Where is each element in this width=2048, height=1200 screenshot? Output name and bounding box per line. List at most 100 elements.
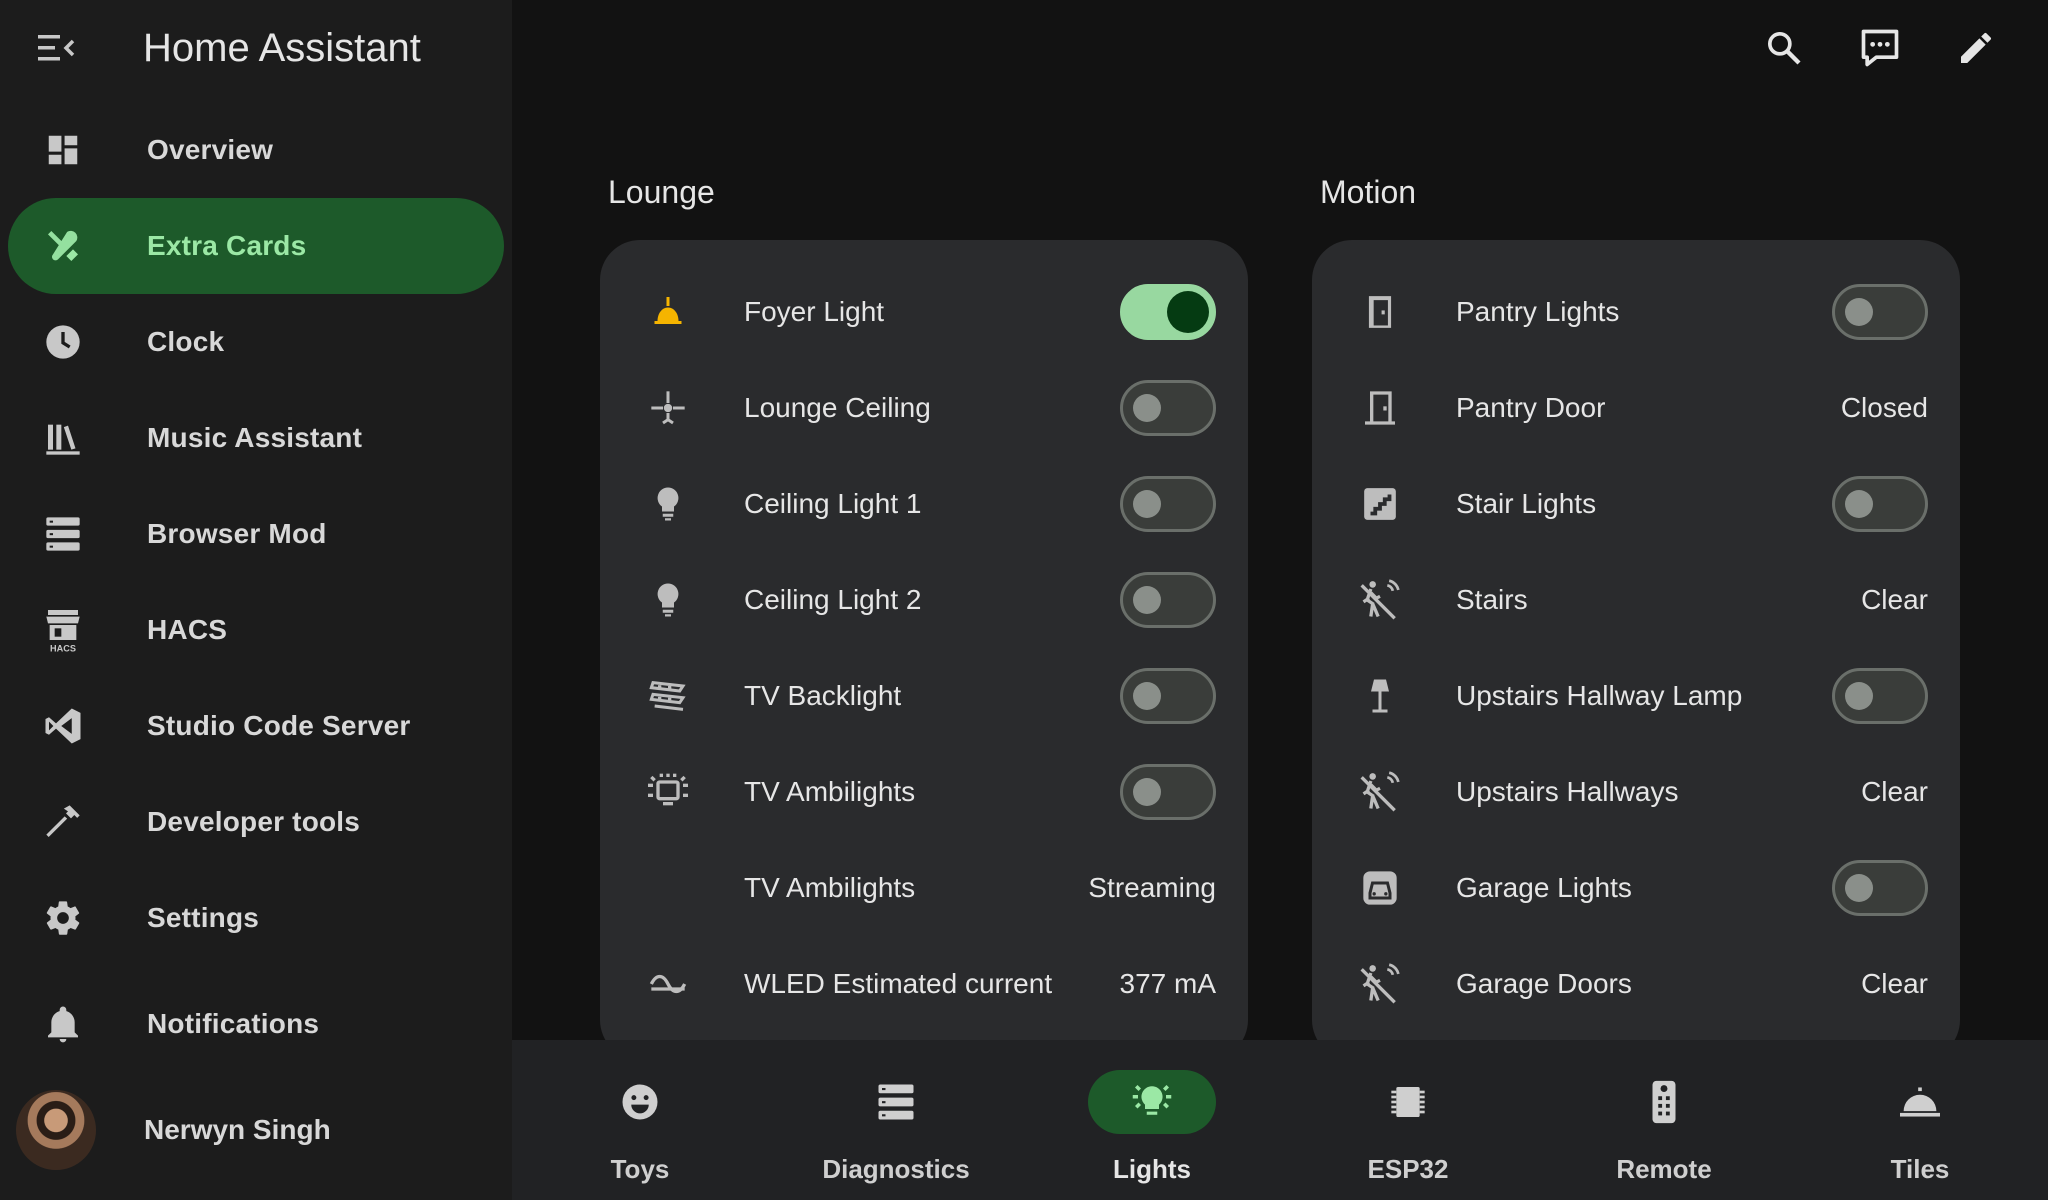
entity-row-wled-estimated-current[interactable]: WLED Estimated current 377 mA	[600, 936, 1248, 1032]
sidebar-item-hacs[interactable]: HACS HACS	[8, 582, 504, 678]
entity-row-pantry-lights[interactable]: Pantry Lights	[1312, 264, 1960, 360]
entity-name: Stairs	[1456, 584, 1528, 615]
entity-name: Pantry Lights	[1456, 296, 1620, 327]
tab-label: ESP32	[1367, 1154, 1449, 1184]
entity-row-tv-ambilights-state[interactable]: TV Ambilights Streaming	[600, 840, 1248, 936]
toggle-switch[interactable]	[1120, 284, 1216, 340]
entity-name: Upstairs Hallway Lamp	[1456, 680, 1743, 711]
comment-processing-icon	[1861, 29, 1899, 67]
stairs-icon	[1364, 488, 1396, 520]
tab-tiles[interactable]: Tiles	[1792, 1070, 2048, 1184]
entity-name: Ceiling Light 2	[744, 584, 922, 615]
lounge-card: Foyer Light Lounge Ceiling Ceiling Light…	[600, 240, 1248, 1060]
sidebar-item-label: Browser Mod	[147, 518, 327, 549]
entity-state: Clear	[1861, 968, 1928, 999]
emoticon-icon	[622, 1084, 658, 1120]
tab-label: Tiles	[1890, 1154, 1950, 1184]
led-strip-icon	[649, 681, 686, 711]
toggle-switch[interactable]	[1832, 860, 1928, 916]
entity-row-pantry-door[interactable]: Pantry Door Closed	[1312, 360, 1960, 456]
search-icon	[1768, 32, 1801, 65]
sidebar-item-browser-mod[interactable]: Browser Mod	[8, 486, 504, 582]
ceiling-fan-light-icon	[651, 391, 685, 425]
entity-row-ceiling-light-2[interactable]: Ceiling Light 2	[600, 552, 1248, 648]
toggle-switch[interactable]	[1832, 284, 1928, 340]
app-title: Home Assistant	[143, 26, 421, 70]
entity-row-upstairs-hallway-lamp[interactable]: Upstairs Hallway Lamp	[1312, 648, 1960, 744]
search-button[interactable]	[1760, 24, 1808, 72]
motion-section-title: Motion	[1320, 174, 1417, 210]
toggle-switch[interactable]	[1120, 764, 1216, 820]
edit-button[interactable]	[1952, 24, 2000, 72]
sidebar-item-label: Clock	[147, 326, 225, 357]
sidebar-item-extra-cards[interactable]: Extra Cards	[8, 198, 504, 294]
door-icon	[1368, 296, 1392, 328]
sidebar-item-studio-code-server[interactable]: Studio Code Server	[8, 678, 504, 774]
entity-name: Upstairs Hallways	[1456, 776, 1679, 807]
entity-row-tv-ambilights-switch[interactable]: TV Ambilights	[600, 744, 1248, 840]
sidebar-item-developer-tools[interactable]: Developer tools	[8, 774, 504, 870]
sidebar-item-label: Notifications	[147, 1008, 320, 1039]
clock-icon	[46, 325, 80, 359]
entity-row-ceiling-light-1[interactable]: Ceiling Light 1	[600, 456, 1248, 552]
toggle-switch[interactable]	[1832, 668, 1928, 724]
toggle-switch[interactable]	[1120, 572, 1216, 628]
sidebar-item-settings[interactable]: Settings	[8, 870, 504, 966]
motion-sensor-off-icon	[1360, 771, 1400, 812]
svg-text:HACS: HACS	[50, 644, 76, 654]
entity-name: Pantry Door	[1456, 392, 1606, 423]
entity-row-upstairs-hallways[interactable]: Upstairs Hallways Clear	[1312, 744, 1960, 840]
sidebar: Home Assistant Overview Extra Cards Cloc…	[0, 0, 512, 1200]
sidebar-item-music-assistant[interactable]: Music Assistant	[8, 390, 504, 486]
lightbulb-icon	[657, 583, 679, 617]
sidebar-item-label: Settings	[147, 902, 260, 933]
entity-row-foyer-light[interactable]: Foyer Light	[600, 264, 1248, 360]
room-service-icon	[1900, 1087, 1940, 1117]
bell-icon	[48, 1006, 78, 1043]
vscode-icon	[45, 708, 81, 744]
assist-button[interactable]	[1856, 24, 1904, 72]
chip-icon	[1391, 1087, 1425, 1117]
tab-label: Toys	[610, 1154, 670, 1184]
sidebar-item-label: Extra Cards	[147, 230, 307, 261]
tools-icon	[48, 230, 78, 261]
floor-lamp-icon	[1371, 679, 1389, 713]
sidebar-user[interactable]: Nerwyn Singh	[8, 1082, 504, 1178]
sidebar-item-clock[interactable]: Clock	[8, 294, 504, 390]
sidebar-item-overview[interactable]: Overview	[8, 102, 504, 198]
entity-row-garage-doors[interactable]: Garage Doors Clear	[1312, 936, 1960, 1032]
tab-diagnostics[interactable]: Diagnostics	[768, 1070, 1024, 1184]
menu-collapse-button[interactable]	[30, 28, 82, 68]
top-bar	[512, 0, 2048, 96]
lounge-section-title: Lounge	[608, 174, 715, 210]
entity-row-stair-lights[interactable]: Stair Lights	[1312, 456, 1960, 552]
sidebar-item-label: Overview	[147, 134, 274, 165]
tab-lights[interactable]: Lights	[1024, 1070, 1280, 1184]
sidebar-header: Home Assistant	[0, 0, 512, 96]
sidebar-item-label: Studio Code Server	[147, 710, 411, 741]
toggle-switch[interactable]	[1120, 476, 1216, 532]
tab-label: Diagnostics	[822, 1154, 970, 1184]
motion-sensor-off-icon	[1360, 579, 1400, 620]
library-music-icon	[46, 424, 80, 455]
entity-row-garage-lights[interactable]: Garage Lights	[1312, 840, 1960, 936]
sidebar-item-label: Music Assistant	[147, 422, 363, 453]
toggle-switch[interactable]	[1832, 476, 1928, 532]
door-closed-icon	[1365, 391, 1395, 425]
entity-name: TV Backlight	[744, 680, 902, 711]
tab-remote[interactable]: Remote	[1536, 1070, 1792, 1184]
entity-state: Streaming	[1088, 872, 1216, 903]
toggle-switch[interactable]	[1120, 380, 1216, 436]
tab-esp32[interactable]: ESP32	[1280, 1070, 1536, 1184]
tv-ambilight-icon	[648, 773, 688, 806]
entity-row-tv-backlight[interactable]: TV Backlight	[600, 648, 1248, 744]
hacs-icon: HACS	[46, 610, 80, 654]
bottom-nav: Toys Diagnostics Lights ESP32 Remote Til…	[512, 1040, 2048, 1200]
entity-name: Stair Lights	[1456, 488, 1597, 519]
entity-row-lounge-ceiling[interactable]: Lounge Ceiling	[600, 360, 1248, 456]
motion-sensor-off-icon	[1360, 963, 1400, 1004]
toggle-switch[interactable]	[1120, 668, 1216, 724]
sidebar-item-notifications[interactable]: Notifications	[8, 976, 504, 1072]
tab-toys[interactable]: Toys	[512, 1070, 768, 1184]
entity-row-stairs[interactable]: Stairs Clear	[1312, 552, 1960, 648]
